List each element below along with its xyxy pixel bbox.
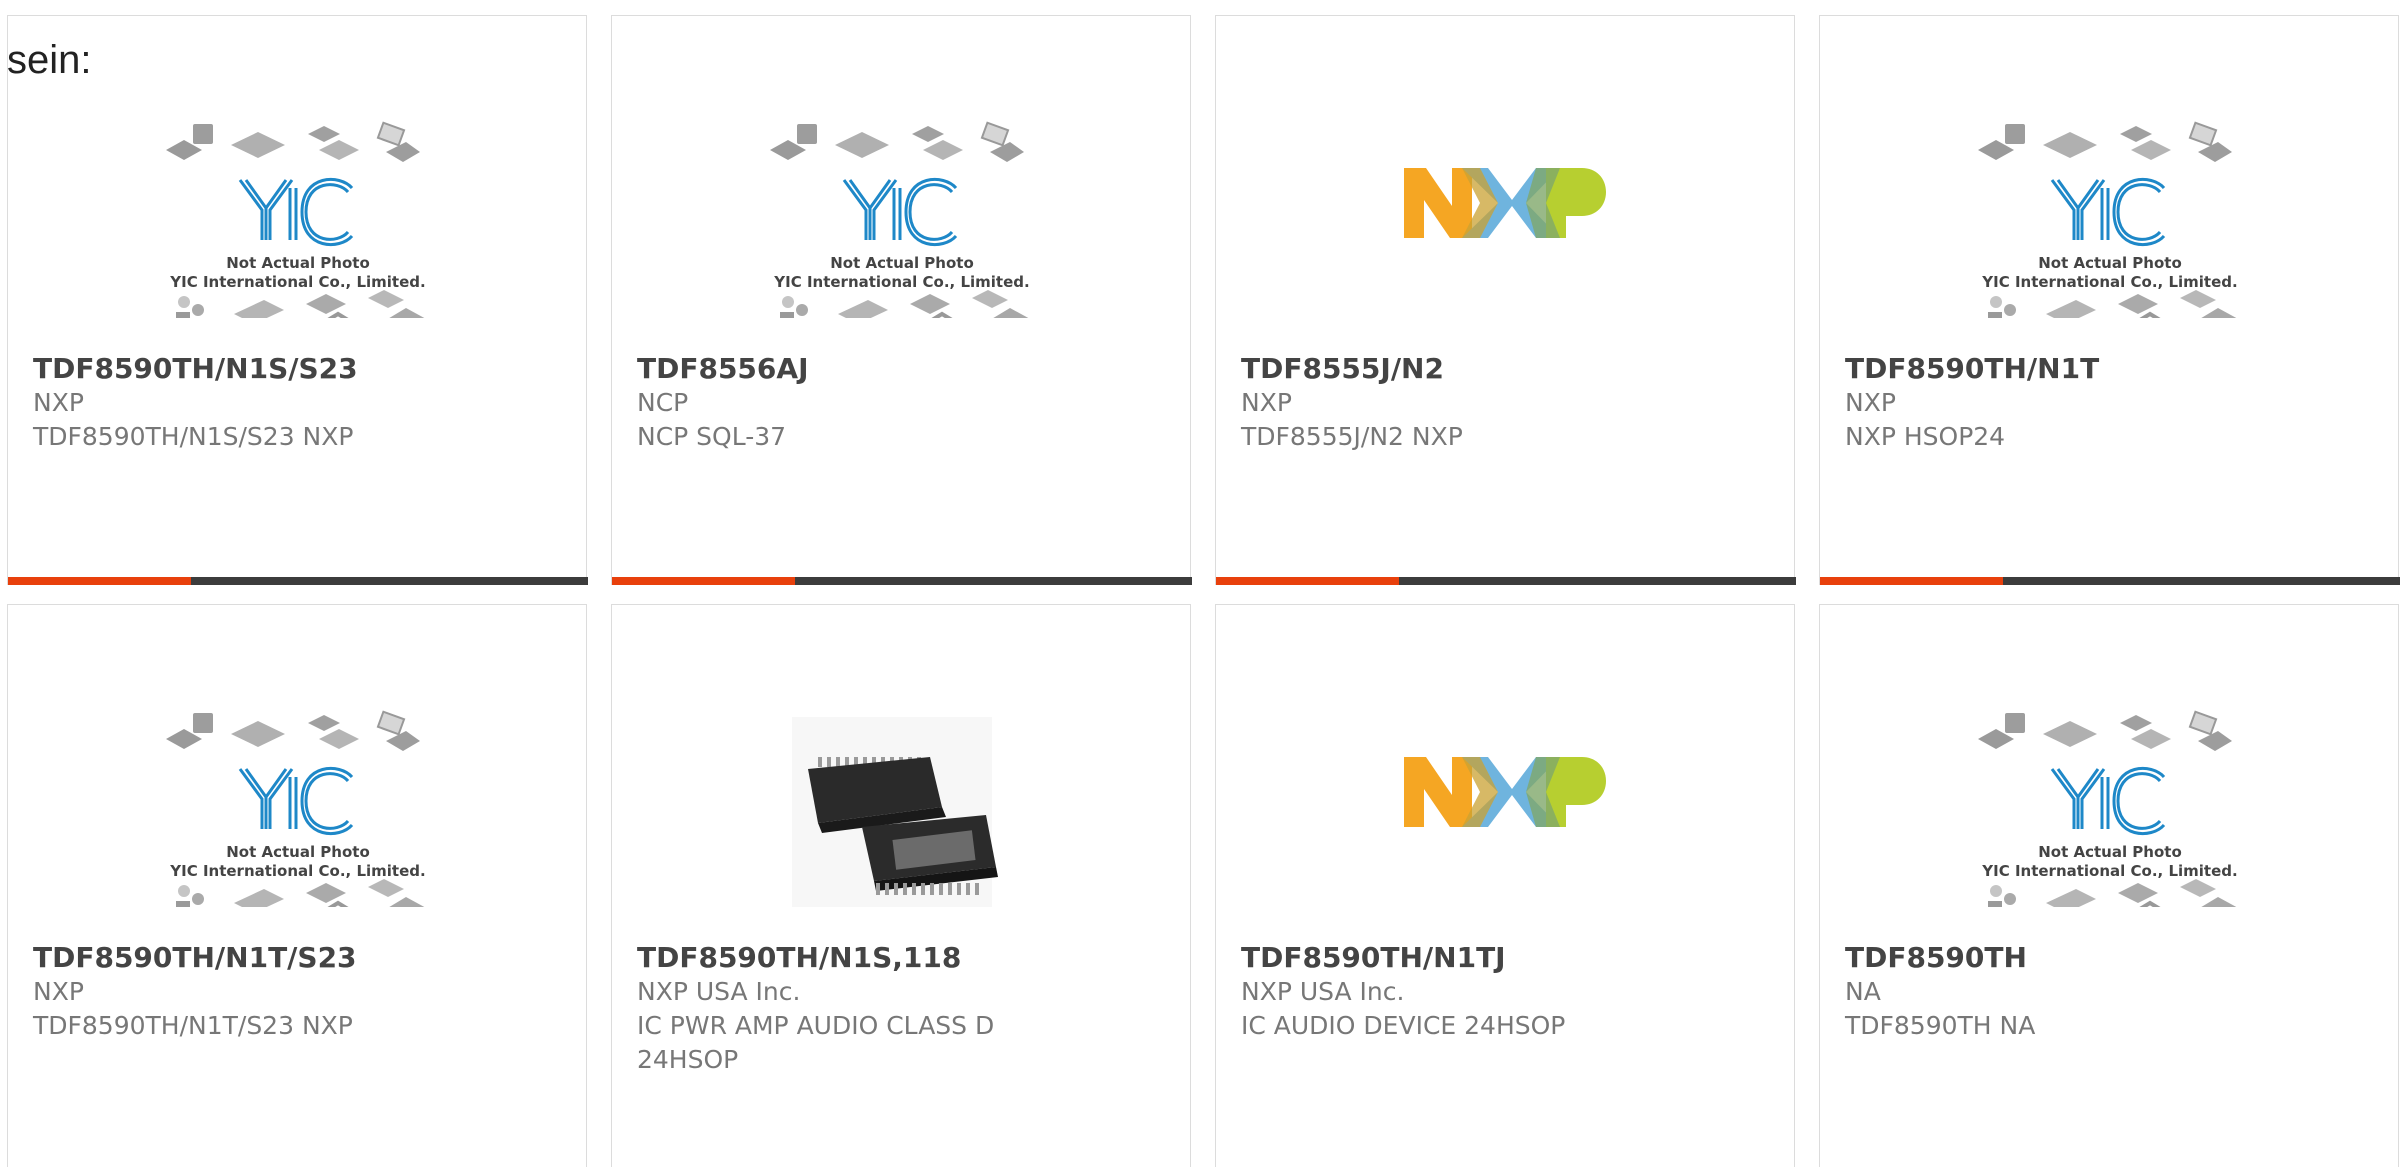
card-bottom-bar: [612, 577, 1192, 585]
manufacturer: NXP: [33, 977, 84, 1006]
not-actual-photo-label: Not Actual Photo: [226, 254, 370, 272]
nxp-logo-icon: [1404, 168, 1606, 238]
not-actual-photo-label: Not Actual Photo: [2038, 843, 2182, 861]
manufacturer: NXP USA Inc.: [637, 977, 801, 1006]
product-info: TDF8590TH NA TDF8590TH NA: [1845, 941, 2373, 1043]
card-accent-bar: [1820, 577, 2003, 585]
chip-cluster-icon: [1988, 879, 2240, 930]
product-image[interactable]: Not Actual Photo YIC International Co., …: [8, 88, 588, 341]
chip-cluster-icon: [176, 290, 428, 341]
product-image[interactable]: Not Actual Photo YIC International Co., …: [1820, 88, 2400, 341]
lead-text: sein:: [7, 38, 92, 82]
yic-logo-icon: [2050, 766, 2166, 836]
card-bottom-bar: [1820, 577, 2400, 585]
description: IC AUDIO DEVICE 24HSOP: [1241, 1011, 1566, 1040]
product-image[interactable]: Not Actual Photo YIC International Co., …: [8, 677, 588, 930]
description: TDF8590TH/N1T/S23 NXP: [33, 1011, 353, 1040]
product-info: TDF8590TH/N1T NXP NXP HSOP24: [1845, 352, 2373, 454]
yic-logo-icon: [2050, 177, 2166, 247]
description: TDF8590TH/N1S/S23 NXP: [33, 422, 354, 451]
product-card[interactable]: TDF8590TH/N1S,118 NXP USA Inc. IC PWR AM…: [611, 604, 1191, 1167]
card-accent-bar: [612, 577, 795, 585]
manufacturer: NXP: [1241, 388, 1292, 417]
product-image[interactable]: [612, 677, 1192, 907]
yic-company-label: YIC International Co., Limited.: [169, 273, 425, 291]
part-number-link[interactable]: TDF8590TH/N1S/S23: [33, 352, 561, 386]
chip-cluster-icon: [1988, 290, 2240, 341]
part-number-link[interactable]: TDF8590TH/N1S,118: [637, 941, 1165, 975]
not-actual-photo-label: Not Actual Photo: [2038, 254, 2182, 272]
part-number-link[interactable]: TDF8555J/N2: [1241, 352, 1769, 386]
yic-company-label: YIC International Co., Limited.: [773, 273, 1029, 291]
part-number-link[interactable]: TDF8556AJ: [637, 352, 1165, 386]
chip-cluster-icon: [1978, 121, 2232, 162]
card-bottom-bar: [8, 577, 588, 585]
manufacturer: NXP: [1845, 388, 1896, 417]
ic-package-photo-icon: [792, 717, 998, 907]
manufacturer: NCP: [637, 388, 689, 417]
manufacturer: NXP: [33, 388, 84, 417]
description: TDF8555J/N2 NXP: [1241, 422, 1463, 451]
chip-cluster-icon: [780, 290, 1032, 341]
product-info: TDF8590TH/N1T/S23 NXP TDF8590TH/N1T/S23 …: [33, 941, 561, 1043]
yic-company-label: YIC International Co., Limited.: [169, 862, 425, 880]
product-card[interactable]: Not Actual Photo YIC International Co., …: [7, 15, 588, 585]
yic-logo-icon: [842, 177, 958, 247]
product-image[interactable]: Not Actual Photo YIC International Co., …: [612, 88, 1192, 341]
product-info: TDF8555J/N2 NXP TDF8555J/N2 NXP: [1241, 352, 1769, 454]
description: IC PWR AMP AUDIO CLASS D 24HSOP: [637, 1011, 995, 1074]
product-card[interactable]: Not Actual Photo YIC International Co., …: [611, 15, 1192, 585]
chip-cluster-icon: [1978, 710, 2232, 751]
part-number-link[interactable]: TDF8590TH: [1845, 941, 2373, 975]
manufacturer: NA: [1845, 977, 1881, 1006]
card-accent-bar: [1216, 577, 1399, 585]
product-grid: Not Actual Photo YIC International Co., …: [7, 15, 2400, 1167]
description: NCP SQL-37: [637, 422, 787, 451]
manufacturer: NXP USA Inc.: [1241, 977, 1405, 1006]
product-info: TDF8590TH/N1S/S23 NXP TDF8590TH/N1S/S23 …: [33, 352, 561, 454]
card-accent-bar: [8, 577, 191, 585]
yic-logo-icon: [238, 177, 354, 247]
chip-cluster-icon: [770, 121, 1024, 162]
card-bottom-bar: [1216, 577, 1796, 585]
product-info: TDF8590TH/N1S,118 NXP USA Inc. IC PWR AM…: [637, 941, 1165, 1077]
chip-cluster-icon: [176, 879, 428, 930]
nxp-logo-icon: [1404, 757, 1606, 827]
not-actual-photo-label: Not Actual Photo: [830, 254, 974, 272]
yic-company-label: YIC International Co., Limited.: [1981, 862, 2237, 880]
product-image[interactable]: [1216, 88, 1796, 318]
chip-cluster-icon: [166, 710, 420, 751]
product-card[interactable]: Not Actual Photo YIC International Co., …: [1819, 15, 2400, 585]
part-number-link[interactable]: TDF8590TH/N1T: [1845, 352, 2373, 386]
yic-logo-icon: [238, 766, 354, 836]
product-image[interactable]: [1216, 677, 1796, 907]
part-number-link[interactable]: TDF8590TH/N1T/S23: [33, 941, 561, 975]
description: NXP HSOP24: [1845, 422, 2006, 451]
product-info: TDF8556AJ NCP NCP SQL-37: [637, 352, 1165, 454]
product-card[interactable]: Not Actual Photo YIC International Co., …: [1819, 604, 2399, 1167]
product-card[interactable]: TDF8555J/N2 NXP TDF8555J/N2 NXP: [1215, 15, 1796, 585]
part-number-link[interactable]: TDF8590TH/N1TJ: [1241, 941, 1769, 975]
product-card[interactable]: TDF8590TH/N1TJ NXP USA Inc. IC AUDIO DEV…: [1215, 604, 1795, 1167]
chip-cluster-icon: [166, 121, 420, 162]
not-actual-photo-label: Not Actual Photo: [226, 843, 370, 861]
product-card[interactable]: Not Actual Photo YIC International Co., …: [7, 604, 587, 1167]
product-image[interactable]: Not Actual Photo YIC International Co., …: [1820, 677, 2400, 930]
yic-company-label: YIC International Co., Limited.: [1981, 273, 2237, 291]
product-info: TDF8590TH/N1TJ NXP USA Inc. IC AUDIO DEV…: [1241, 941, 1769, 1043]
description: TDF8590TH NA: [1845, 1011, 2036, 1040]
